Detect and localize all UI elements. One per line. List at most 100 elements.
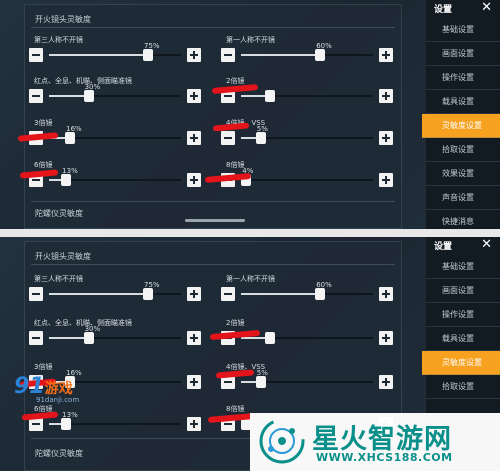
slider-thumb[interactable] — [315, 288, 326, 300]
side-menu-item[interactable]: 操作设置 — [426, 303, 500, 327]
slider-fill — [49, 337, 89, 339]
slider-track[interactable]: 75% — [49, 281, 181, 300]
slider-track[interactable]: 30% — [49, 83, 181, 102]
slider-thumb[interactable] — [83, 332, 94, 344]
scroll-indicator[interactable] — [185, 219, 245, 222]
slider-fill — [49, 54, 148, 56]
divider — [31, 201, 395, 202]
decrease-button[interactable] — [29, 48, 43, 62]
side-menu-item[interactable]: 操作设置 — [426, 66, 500, 90]
slider-thumb[interactable] — [143, 288, 153, 300]
increase-button[interactable] — [379, 331, 393, 345]
watermark-91danji: 91游戏 91danji.com — [14, 374, 79, 404]
increase-button[interactable] — [379, 287, 393, 301]
sensitivity-slider: 2倍镜 — [221, 318, 393, 358]
increase-button[interactable] — [187, 173, 201, 187]
side-menu-item[interactable]: 基础设置 — [426, 18, 500, 42]
side-menu-item[interactable]: 拾取设置 — [426, 375, 500, 399]
sensitivity-slider: 第三人称不开镜 75% — [29, 35, 201, 75]
sensitivity-slider: 4倍镜、VSS5% — [221, 362, 393, 402]
slider-fill — [241, 293, 321, 295]
sensitivity-slider: 第一人称不开镜 60% — [221, 35, 393, 75]
slider-thumb[interactable] — [255, 132, 266, 144]
increase-button[interactable] — [379, 89, 393, 103]
side-menu-item[interactable]: 载具设置 — [426, 90, 500, 114]
decrease-button[interactable] — [29, 89, 43, 103]
slider-track[interactable]: 4% — [241, 167, 373, 186]
section-title-gyro-sensitivity: 陀螺仪灵敏度 — [35, 449, 83, 458]
side-menu-item[interactable]: 画面设置 — [426, 42, 500, 66]
close-icon[interactable]: ✕ — [481, 237, 492, 252]
slider-label: 第三人称不开镜 — [34, 36, 83, 44]
sensitivity-slider: 红点、全息、机瞄、侧面瞄准镜 30% — [29, 76, 201, 116]
decrease-button[interactable] — [221, 131, 235, 145]
increase-button[interactable] — [379, 131, 393, 145]
slider-thumb[interactable] — [265, 332, 276, 344]
slider-track[interactable]: 30% — [49, 325, 181, 344]
slider-track[interactable]: 16% — [49, 125, 181, 144]
sensitivity-slider: 2倍镜 — [221, 76, 393, 116]
decrease-button[interactable] — [221, 48, 235, 62]
decrease-button[interactable] — [221, 287, 235, 301]
settings-title: 设置 — [434, 242, 453, 252]
side-menu-item[interactable]: 声音设置 — [426, 186, 500, 210]
side-menu-item[interactable]: 灵敏度设置 — [422, 114, 500, 138]
increase-button[interactable] — [379, 48, 393, 62]
slider-thumb[interactable] — [83, 90, 94, 102]
slider-label: 3倍镜 — [34, 119, 53, 127]
settings-side-menu: 设置 ✕ 基础设置 画面设置 操作设置 载具设置 灵敏度设置 拾取设置 效果设置 声音设置 快捷… — [422, 0, 500, 229]
slider-label: 第一人称不开镜 — [226, 275, 275, 283]
sensitivity-slider: 第三人称不开镜 75% — [29, 274, 201, 314]
slider-track[interactable]: 13% — [49, 167, 181, 186]
slider-track[interactable]: 5% — [241, 125, 373, 144]
side-menu-item[interactable]: 基础设置 — [426, 255, 500, 279]
slider-label: 6倍镜 — [34, 161, 53, 169]
settings-title: 设置 — [434, 5, 453, 15]
slider-track[interactable] — [241, 90, 373, 102]
increase-button[interactable] — [379, 173, 393, 187]
slider-thumb[interactable] — [61, 174, 72, 186]
slider-label: 红点、全息、机瞄、侧面瞄准镜 — [34, 77, 132, 85]
site-url: WWW.XHCS188.COM — [316, 451, 453, 464]
section-title-fire-sensitivity: 开火镜头灵敏度 — [35, 252, 91, 261]
side-menu-item[interactable]: 画面设置 — [426, 279, 500, 303]
sensitivity-panel: 开火镜头灵敏度 第三人称不开镜 75% 第一人称不开镜 60% 红点、全息、机瞄、侧面瞄… — [24, 4, 402, 229]
slider-track[interactable] — [241, 332, 373, 344]
increase-button[interactable] — [187, 131, 201, 145]
slider-track[interactable]: 75% — [49, 42, 181, 61]
slider-track[interactable]: 5% — [241, 369, 373, 388]
divider — [31, 27, 395, 28]
slider-track[interactable]: 13% — [49, 411, 181, 430]
sensitivity-slider: 8倍镜 4% — [221, 160, 393, 200]
close-icon[interactable]: ✕ — [481, 0, 492, 15]
increase-button[interactable] — [187, 375, 201, 389]
side-menu-item[interactable]: 快捷消息 — [426, 210, 500, 229]
slider-label: 2倍镜 — [226, 319, 245, 327]
side-menu-item[interactable]: 载具设置 — [426, 327, 500, 351]
side-menu-item[interactable]: 拾取设置 — [426, 138, 500, 162]
side-menu-header: 设置 ✕ — [426, 0, 500, 18]
slider-thumb[interactable] — [61, 418, 72, 430]
decrease-button[interactable] — [29, 287, 43, 301]
slider-label: 3倍镜 — [34, 363, 53, 371]
slider-label: 8倍镜 — [226, 405, 245, 413]
side-menu-item[interactable]: 灵敏度设置 — [422, 351, 500, 375]
side-menu-item[interactable]: 效果设置 — [426, 162, 500, 186]
slider-track[interactable]: 60% — [241, 281, 373, 300]
increase-button[interactable] — [187, 89, 201, 103]
increase-button[interactable] — [187, 331, 201, 345]
slider-thumb[interactable] — [143, 49, 153, 61]
increase-button[interactable] — [379, 375, 393, 389]
increase-button[interactable] — [187, 287, 201, 301]
slider-thumb[interactable] — [65, 132, 76, 144]
watermark-brand-text: 游戏 — [44, 381, 73, 397]
decrease-button[interactable] — [29, 331, 43, 345]
side-menu-header: 设置 ✕ — [426, 237, 500, 255]
slider-label: 红点、全息、机瞄、侧面瞄准镜 — [34, 319, 132, 327]
slider-thumb[interactable] — [265, 90, 276, 102]
increase-button[interactable] — [187, 48, 201, 62]
slider-track[interactable]: 60% — [241, 42, 373, 61]
slider-thumb[interactable] — [315, 49, 326, 61]
increase-button[interactable] — [187, 417, 201, 431]
slider-thumb[interactable] — [255, 376, 266, 388]
